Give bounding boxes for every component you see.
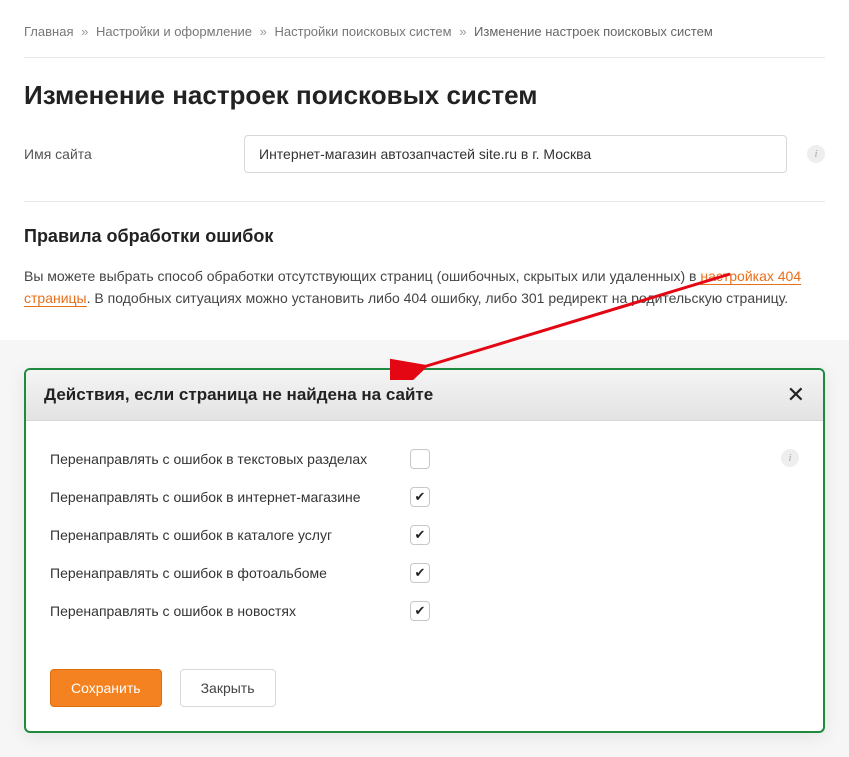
page-title: Изменение настроек поисковых систем <box>24 80 825 111</box>
checkbox-label: Перенаправлять с ошибок в текстовых разд… <box>50 451 410 467</box>
info-icon[interactable]: i <box>807 145 825 163</box>
checkbox-row-text-sections: Перенаправлять с ошибок в текстовых разд… <box>50 449 799 469</box>
error-rules-text-after: . В подобных ситуациях можно установить … <box>87 290 789 306</box>
site-name-input[interactable] <box>244 135 787 173</box>
checkbox-label: Перенаправлять с ошибок в новостях <box>50 603 410 619</box>
modal-title: Действия, если страница не найдена на са… <box>44 385 433 405</box>
checkbox-photo[interactable] <box>410 563 430 583</box>
error-rules-text-before: Вы можете выбрать способ обработки отсут… <box>24 268 700 284</box>
checkbox-shop[interactable] <box>410 487 430 507</box>
breadcrumb-link-search[interactable]: Настройки поисковых систем <box>275 24 452 39</box>
modal-footer: Сохранить Закрыть <box>26 659 823 731</box>
info-icon[interactable]: i <box>781 449 799 467</box>
breadcrumb-link-home[interactable]: Главная <box>24 24 73 39</box>
checkbox-label: Перенаправлять с ошибок в каталоге услуг <box>50 527 410 543</box>
checkbox-row-shop: Перенаправлять с ошибок в интернет-магаз… <box>50 487 799 507</box>
site-name-label: Имя сайта <box>24 146 224 162</box>
checkbox-label: Перенаправлять с ошибок в интернет-магаз… <box>50 489 410 505</box>
modal-body: i Перенаправлять с ошибок в текстовых ра… <box>26 421 823 659</box>
error-rules-text: Вы можете выбрать способ обработки отсут… <box>24 265 825 340</box>
checkbox-row-news: Перенаправлять с ошибок в новостях <box>50 601 799 621</box>
breadcrumb-current: Изменение настроек поисковых систем <box>474 24 713 39</box>
checkbox-news[interactable] <box>410 601 430 621</box>
checkbox-text-sections[interactable] <box>410 449 430 469</box>
breadcrumb-link-settings[interactable]: Настройки и оформление <box>96 24 252 39</box>
close-button[interactable]: Закрыть <box>180 669 276 707</box>
checkbox-services[interactable] <box>410 525 430 545</box>
close-icon[interactable]: ✕ <box>787 384 805 406</box>
save-button[interactable]: Сохранить <box>50 669 162 707</box>
breadcrumb-sep: » <box>459 24 466 39</box>
not-found-modal: Действия, если страница не найдена на са… <box>24 368 825 733</box>
checkbox-row-services: Перенаправлять с ошибок в каталоге услуг <box>50 525 799 545</box>
breadcrumb-sep: » <box>260 24 267 39</box>
site-name-row: Имя сайта i <box>24 135 825 202</box>
checkbox-label: Перенаправлять с ошибок в фотоальбоме <box>50 565 410 581</box>
breadcrumb: Главная » Настройки и оформление » Настр… <box>24 24 825 58</box>
error-rules-title: Правила обработки ошибок <box>24 226 825 247</box>
modal-header: Действия, если страница не найдена на са… <box>26 370 823 421</box>
breadcrumb-sep: » <box>81 24 88 39</box>
checkbox-row-photo: Перенаправлять с ошибок в фотоальбоме <box>50 563 799 583</box>
